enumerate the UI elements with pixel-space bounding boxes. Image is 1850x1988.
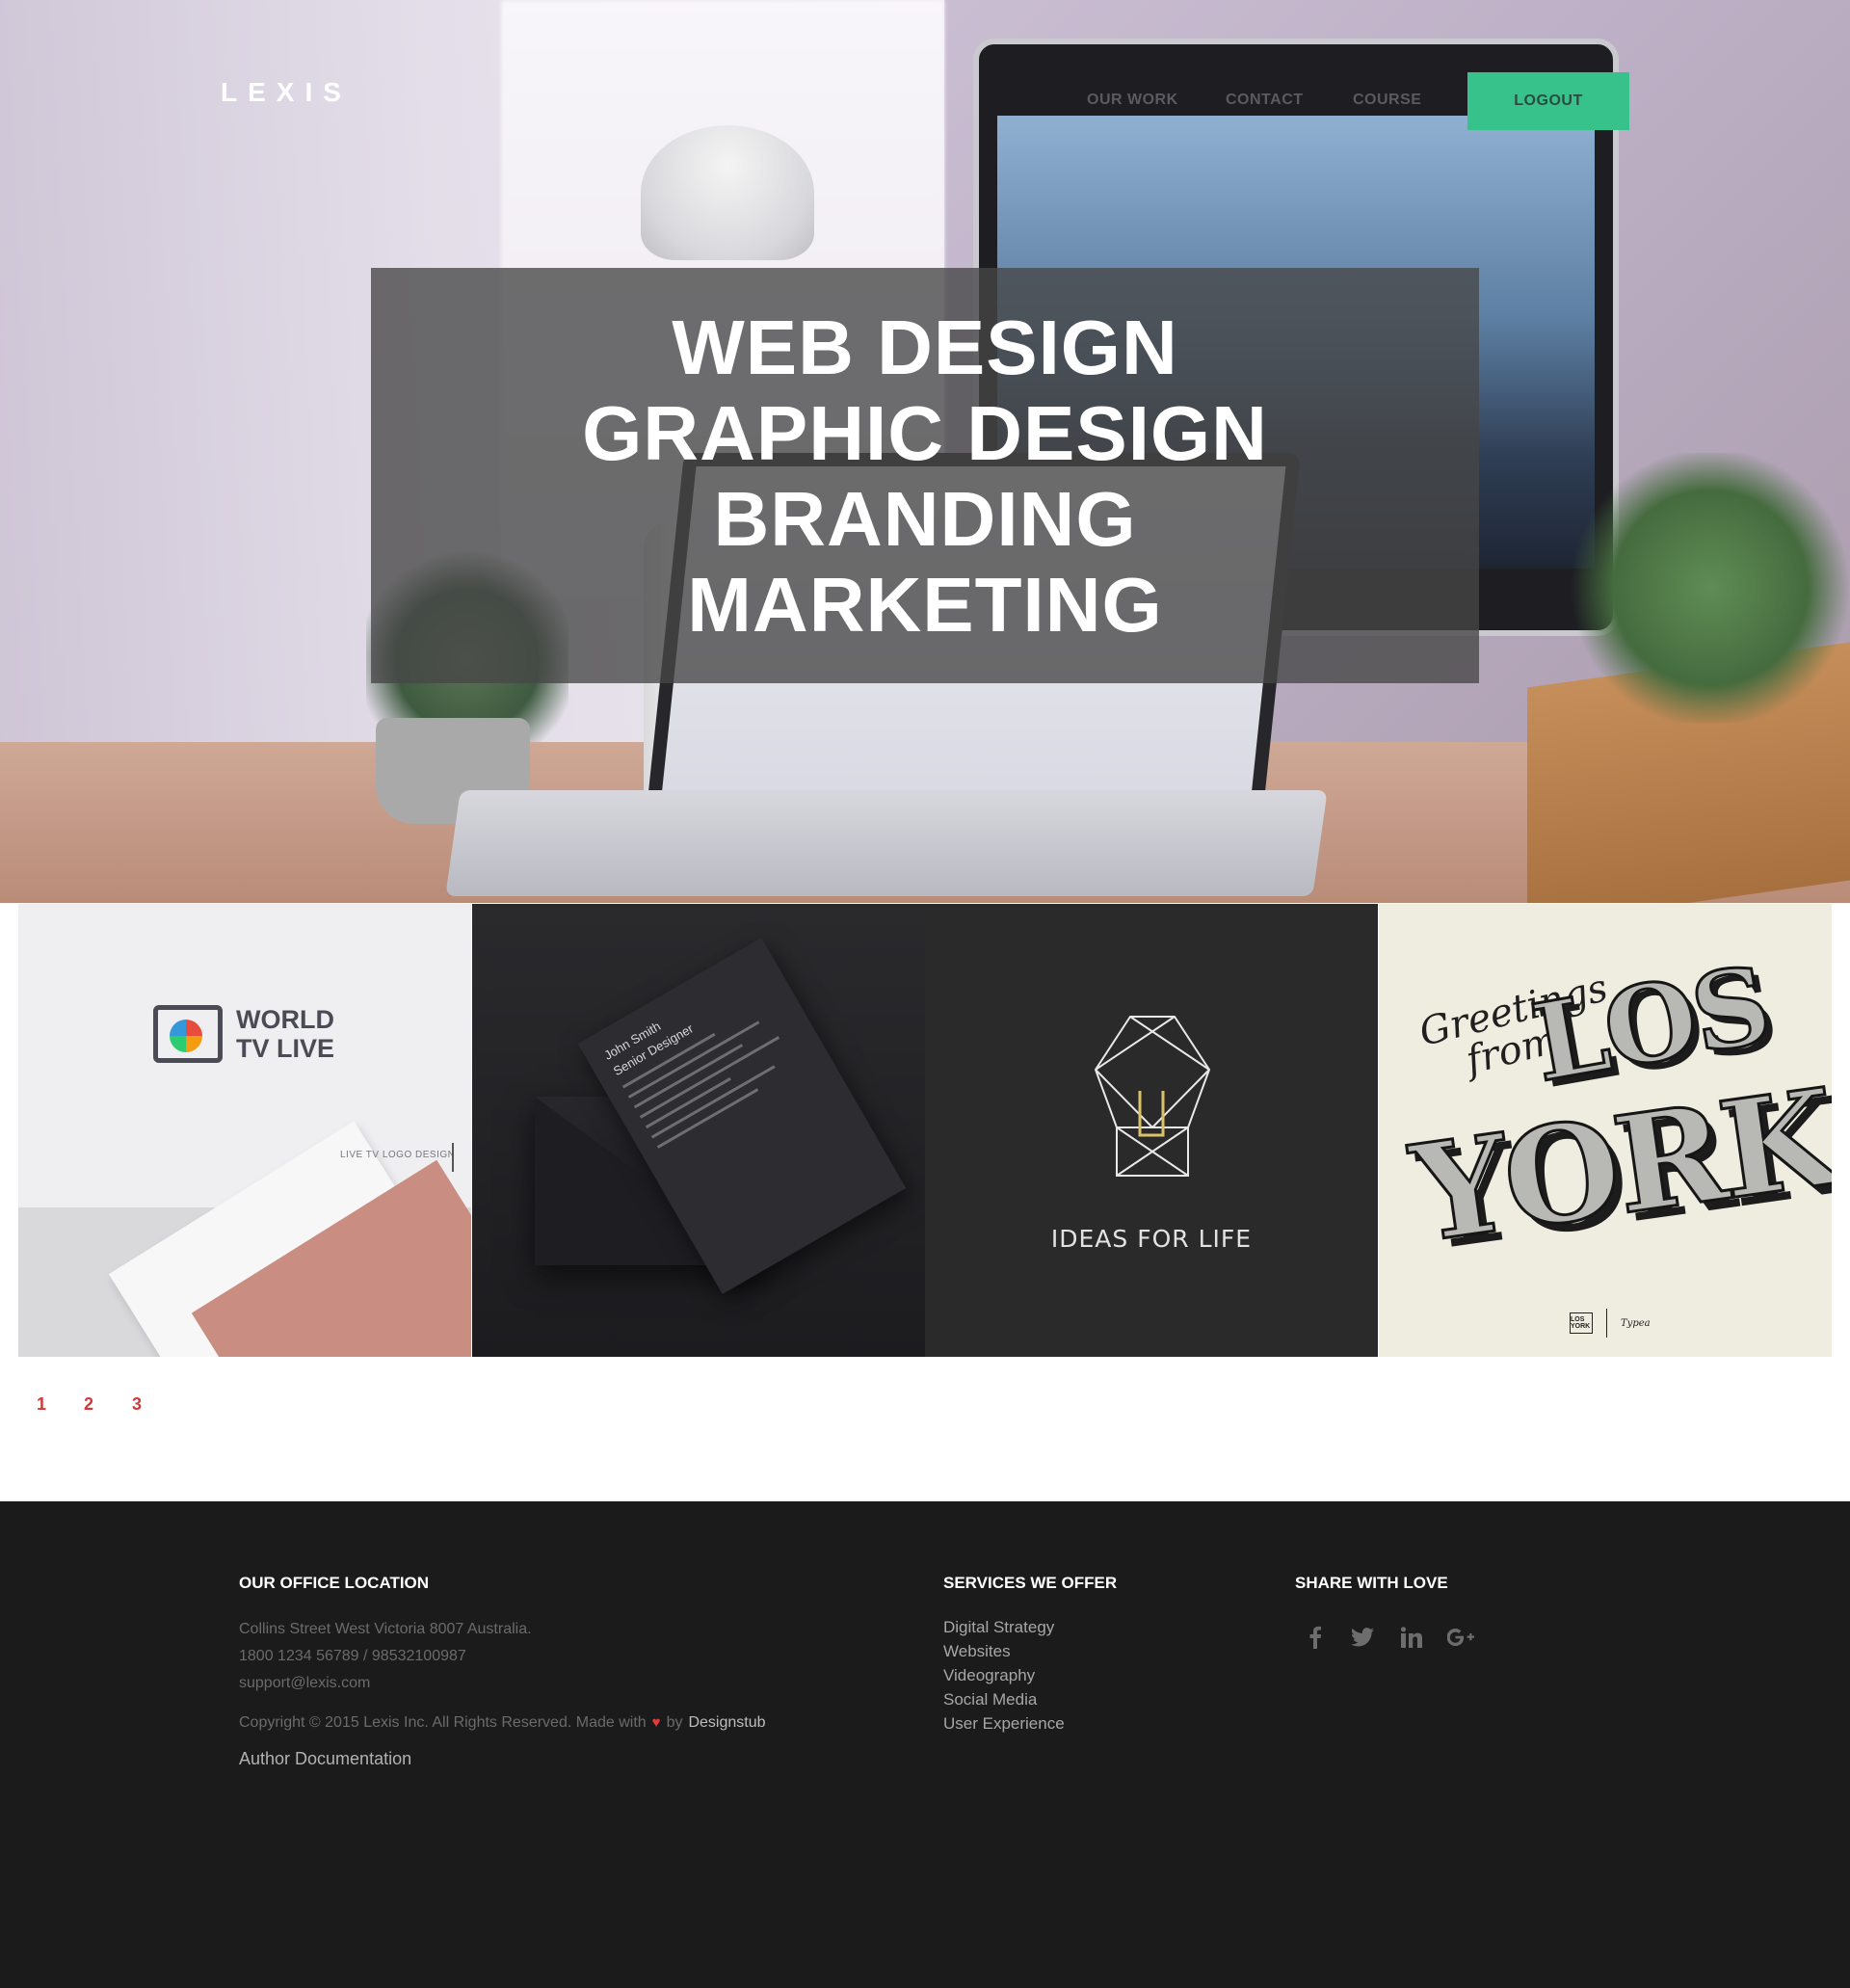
service-social-media[interactable]: Social Media: [943, 1690, 1037, 1710]
nav-course[interactable]: COURSE: [1353, 92, 1421, 109]
pagination-page-1[interactable]: 1: [37, 1394, 46, 1415]
caption-divider: [452, 1143, 454, 1172]
nav-contact[interactable]: CONTACT: [1226, 92, 1304, 109]
service-user-experience[interactable]: User Experience: [943, 1714, 1065, 1734]
service-digital-strategy[interactable]: Digital Strategy: [943, 1618, 1054, 1637]
portfolio-tile-los-york[interactable]: Greetings from LOS YORK LOS YORK Typea: [1379, 904, 1832, 1357]
nav-our-work[interactable]: OUR WORK: [1087, 92, 1178, 109]
world-tv-live-logo: WORLD TV LIVE: [153, 1005, 334, 1063]
office-email[interactable]: support@lexis.com: [239, 1675, 370, 1692]
portfolio-tile-ideas-for-life[interactable]: IDEAS FOR LIFE: [925, 904, 1378, 1357]
office-address: Collins Street West Victoria 8007 Austra…: [239, 1621, 532, 1637]
designer-link[interactable]: Designstub: [688, 1714, 765, 1732]
signature: Typea: [1621, 1317, 1651, 1329]
pagination-page-3[interactable]: 3: [132, 1394, 142, 1415]
office-heading: OUR OFFICE LOCATION: [239, 1574, 430, 1592]
hero-line-marketing: MARKETING: [687, 561, 1163, 648]
copyright-by: by: [666, 1714, 683, 1731]
logout-button[interactable]: LOGOUT: [1467, 72, 1629, 130]
portfolio-tile-world-tv-live[interactable]: WORLD TV LIVE LIVE TV LOGO DESIGN: [18, 904, 471, 1357]
copyright-text: Copyright © 2015 Lexis Inc. All Rights R…: [239, 1714, 647, 1731]
office-phones: 1800 1234 56789 / 98532100987: [239, 1648, 466, 1664]
twitter-icon[interactable]: [1347, 1622, 1378, 1653]
los-york-mark: LOS YORK Typea: [1570, 1309, 1651, 1338]
hero-section: LEXIS OUR WORK CONTACT COURSE LOGOUT WEB…: [0, 0, 1850, 903]
hero-plant-right: [1571, 453, 1850, 723]
linkedin-icon[interactable]: [1396, 1622, 1427, 1653]
tv-icon: [153, 1005, 223, 1063]
portfolio-tile-resume[interactable]: John Smith Senior Designer: [472, 904, 925, 1357]
share-heading: SHARE WITH LOVE: [1295, 1574, 1448, 1592]
hero-laptop-base: [445, 790, 1328, 896]
facebook-icon[interactable]: [1300, 1622, 1331, 1653]
services-heading: SERVICES WE OFFER: [943, 1574, 1118, 1592]
hero-line-web-design: WEB DESIGN: [672, 304, 1178, 390]
lightbulb-icon: [1094, 1016, 1211, 1177]
google-plus-icon[interactable]: [1445, 1622, 1476, 1653]
hero-headline-box: WEB DESIGN GRAPHIC DESIGN BRANDING MARKE…: [371, 268, 1479, 683]
author-documentation-link[interactable]: Author Documentation: [239, 1749, 411, 1769]
copyright-line: Copyright © 2015 Lexis Inc. All Rights R…: [239, 1714, 766, 1732]
site-logo[interactable]: LEXIS: [221, 77, 352, 108]
heart-icon: ♥: [651, 1714, 661, 1731]
hero-line-graphic-design: GRAPHIC DESIGN: [582, 389, 1268, 476]
pagination-page-2[interactable]: 2: [84, 1394, 93, 1415]
hero-lamp-image: [641, 125, 814, 260]
service-videography[interactable]: Videography: [943, 1666, 1035, 1685]
york-lettering: YORK: [1402, 1057, 1832, 1274]
los-york-logo: LOS YORK: [1570, 1312, 1593, 1334]
ideas-for-life-text: IDEAS FOR LIFE: [1050, 1225, 1253, 1253]
hero-line-branding: BRANDING: [713, 475, 1137, 562]
tile-caption: LIVE TV LOGO DESIGN: [340, 1150, 456, 1160]
service-websites[interactable]: Websites: [943, 1642, 1011, 1661]
brand-line-2: TV LIVE: [236, 1034, 335, 1063]
brand-line-1: WORLD: [236, 1005, 334, 1034]
